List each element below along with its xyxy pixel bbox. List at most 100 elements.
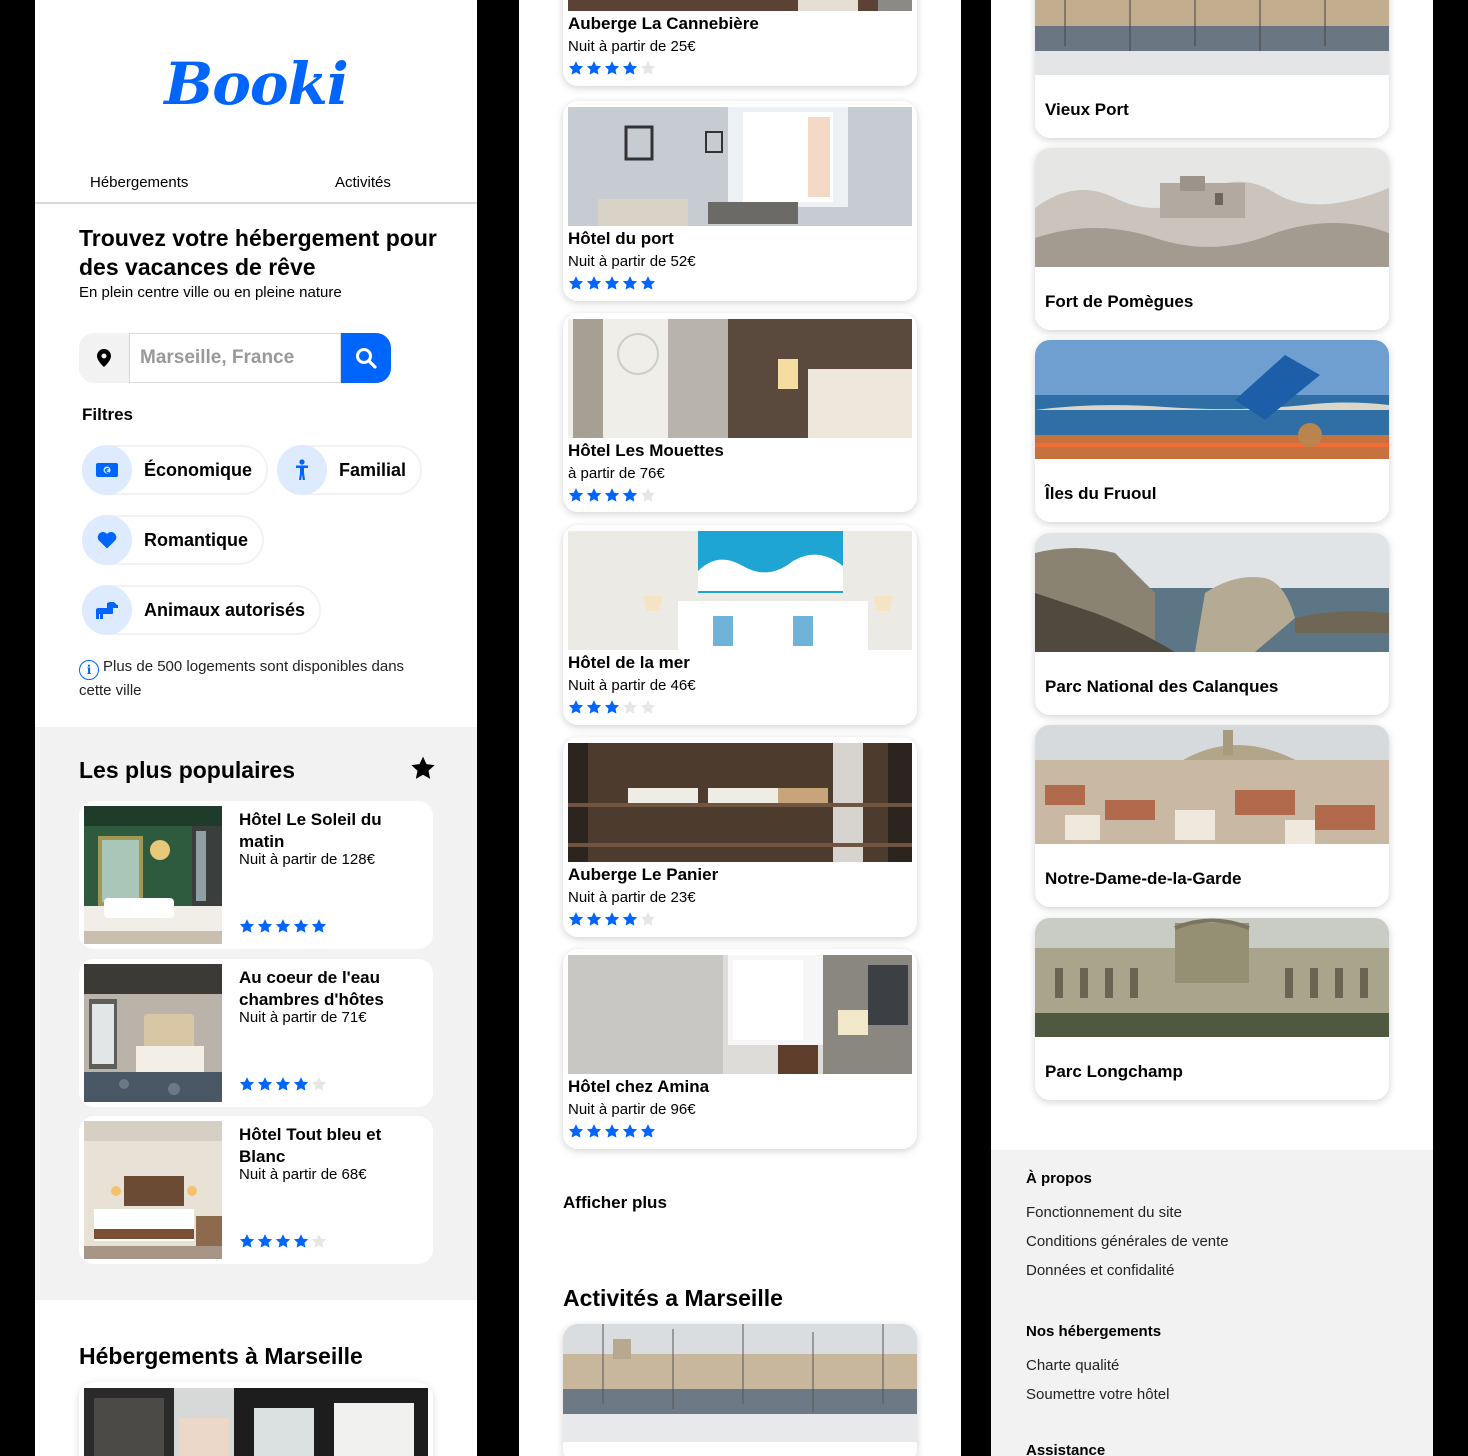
hotel-name: Hôtel du port: [568, 229, 674, 248]
filter-label: Économique: [144, 459, 253, 480]
star-filled-icon: [640, 276, 656, 290]
star-filled-icon: [604, 488, 620, 502]
hotel-card[interactable]: Hôtel chez Amina Nuit à partir de 96€: [563, 949, 917, 1149]
star-filled-icon: [622, 1124, 638, 1138]
footer-link[interactable]: Charte qualité: [1026, 1357, 1119, 1374]
activity-name: Parc National des Calanques: [1045, 677, 1279, 696]
filter-familial[interactable]: Familial: [277, 445, 423, 495]
tab-hebergements[interactable]: Hébergements: [90, 174, 188, 191]
star-filled-icon: [257, 1234, 273, 1248]
filter-animaux[interactable]: Animaux autorisés: [82, 585, 322, 635]
money-icon: €: [82, 445, 132, 495]
hotel-card[interactable]: Auberge Le Panier Nuit à partir de 23€: [563, 737, 917, 937]
star-filled-icon: [586, 912, 602, 926]
hotel-price: Nuit à partir de 71€: [239, 1009, 367, 1026]
hotel-price: Nuit à partir de 68€: [239, 1166, 367, 1183]
hotel-photo: [568, 743, 912, 862]
star-filled-icon: [568, 488, 584, 502]
hotel-name: Hôtel Les Mouettes: [568, 441, 724, 460]
mobile-screen-bottom: Vieux Port Fort de Pomègues Îles du Fruo…: [991, 0, 1433, 1456]
footer-heading: Assistance: [1026, 1442, 1106, 1456]
footer-link[interactable]: Fonctionnement du site: [1026, 1204, 1182, 1221]
star-filled-icon: [275, 1234, 291, 1248]
star-filled-icon: [586, 700, 602, 714]
main-nav: Hébergements Activités: [35, 166, 477, 204]
popular-card[interactable]: Hôtel Le Soleil du matin Nuit à partir d…: [79, 801, 433, 949]
hotel-name: Hôtel chez Amina: [568, 1077, 710, 1096]
star-filled-icon: [622, 276, 638, 290]
star-filled-icon: [604, 912, 620, 926]
activity-photo: [1035, 148, 1389, 267]
activity-name: Fort de Pomègues: [1045, 292, 1194, 311]
activity-name: Notre-Dame-de-la-Garde: [1045, 869, 1242, 888]
popular-title: Les plus populaires: [79, 757, 295, 783]
popular-card[interactable]: Au coeur de l'eau chambres d'hôtes Nuit …: [79, 959, 433, 1107]
star-filled-icon: [293, 919, 309, 933]
star-filled-icon: [311, 919, 327, 933]
star-filled-icon: [239, 919, 255, 933]
activity-photo: [563, 1324, 917, 1442]
activity-card[interactable]: Parc National des Calanques: [1035, 533, 1389, 715]
star-filled-icon: [568, 912, 584, 926]
star-filled-icon: [293, 1077, 309, 1091]
hotel-price: Nuit à partir de 96€: [568, 1101, 696, 1118]
hotel-price: à partir de 76€: [568, 465, 665, 482]
rating-stars: [568, 911, 658, 932]
filter-label: Familial: [339, 459, 407, 480]
filter-economique[interactable]: € Économique: [82, 445, 269, 495]
star-filled-icon: [568, 1124, 584, 1138]
search-input[interactable]: Marseille, France: [129, 333, 341, 383]
star-empty-icon: [622, 700, 638, 714]
child-icon: [277, 445, 327, 495]
activity-card[interactable]: [563, 1324, 917, 1456]
footer-link[interactable]: Conditions générales de vente: [1026, 1233, 1229, 1250]
star-filled-icon: [275, 919, 291, 933]
rating-stars: [239, 1233, 329, 1254]
hotel-card[interactable]: Hôtel du port Nuit à partir de 52€: [563, 101, 917, 301]
availability-info: i Plus de 500 logements sont disponibles …: [79, 656, 419, 702]
activity-card[interactable]: Notre-Dame-de-la-Garde: [1035, 725, 1389, 907]
tab-activites[interactable]: Activités: [335, 174, 391, 191]
info-icon: i: [79, 660, 99, 680]
hotel-card[interactable]: Hôtel Les Mouettes à partir de 76€: [563, 313, 917, 512]
booki-logo[interactable]: Booki: [35, 50, 477, 118]
star-filled-icon: [568, 276, 584, 290]
show-more-link[interactable]: Afficher plus: [563, 1193, 667, 1213]
activity-card[interactable]: Fort de Pomègues: [1035, 148, 1389, 330]
search-button[interactable]: [341, 333, 391, 383]
search-icon: [356, 348, 377, 369]
hotel-card[interactable]: [79, 1382, 433, 1456]
hotel-photo: [84, 1388, 428, 1456]
rating-stars: [239, 918, 329, 939]
activity-card[interactable]: Îles du Fruoul: [1035, 340, 1389, 522]
hotel-photo: [568, 0, 912, 11]
hotel-card[interactable]: Hôtel de la mer Nuit à partir de 46€: [563, 525, 917, 725]
hotel-name: Hôtel de la mer: [568, 653, 690, 672]
activity-photo: [1035, 725, 1389, 844]
footer-link[interactable]: Soumettre votre hôtel: [1026, 1386, 1169, 1403]
hotel-photo: [84, 1121, 222, 1259]
filter-label: Animaux autorisés: [144, 599, 306, 620]
rating-stars: [568, 1123, 658, 1144]
hotel-card[interactable]: Auberge La Cannebière Nuit à partir de 2…: [563, 0, 917, 86]
hotel-photo: [568, 531, 912, 650]
hotel-price: Nuit à partir de 128€: [239, 851, 375, 868]
activity-card[interactable]: Parc Longchamp: [1035, 918, 1389, 1100]
star-filled-icon: [586, 276, 602, 290]
footer-heading: À propos: [1026, 1170, 1092, 1187]
star-filled-icon: [257, 919, 273, 933]
star-empty-icon: [640, 61, 656, 75]
search-bar: Marseille, France: [79, 333, 391, 383]
star-filled-icon: [586, 488, 602, 502]
activity-photo: [1035, 533, 1389, 652]
rating-stars: [568, 487, 658, 508]
star-filled-icon: [604, 700, 620, 714]
footer-link[interactable]: Données et confidalité: [1026, 1262, 1174, 1279]
filter-romantique[interactable]: Romantique: [82, 515, 265, 565]
popular-card[interactable]: Hôtel Tout bleu et Blanc Nuit à partir d…: [79, 1116, 433, 1264]
activity-card[interactable]: Vieux Port: [1035, 0, 1389, 138]
mobile-screen-middle: Auberge La Cannebière Nuit à partir de 2…: [519, 0, 961, 1456]
hotel-photo: [84, 964, 222, 1102]
rating-stars: [568, 60, 658, 81]
footer-heading: Nos hébergements: [1026, 1323, 1162, 1340]
